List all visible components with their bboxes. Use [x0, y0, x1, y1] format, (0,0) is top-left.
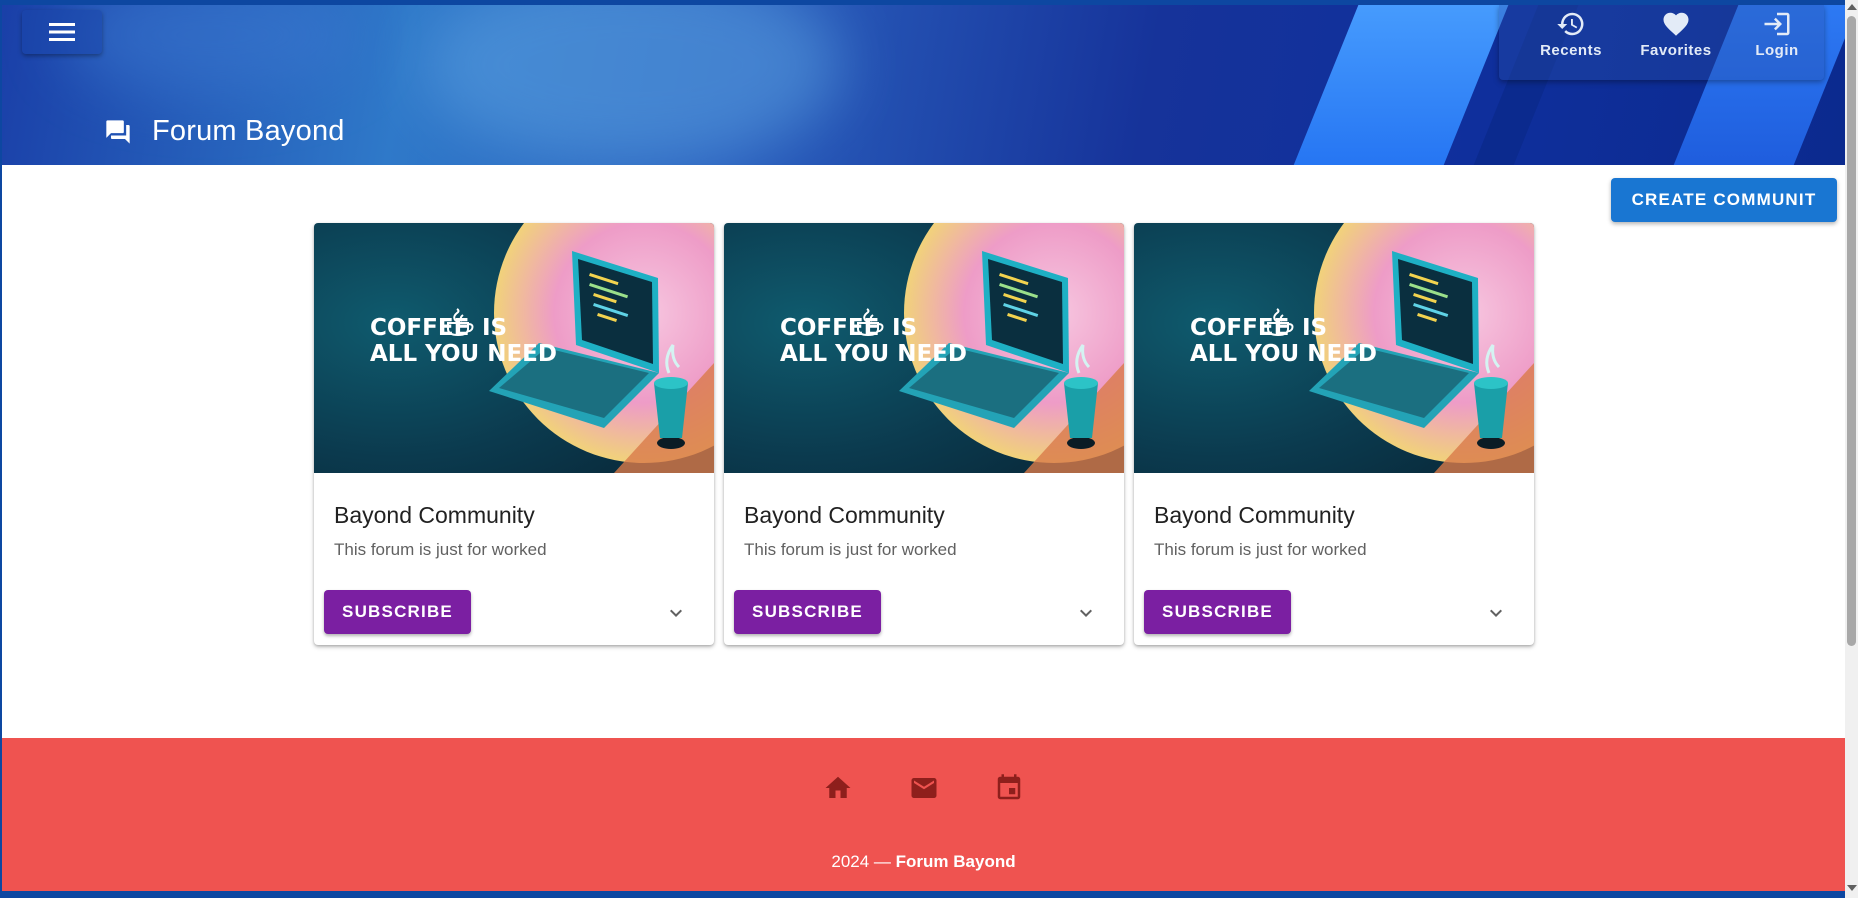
login-icon [1764, 12, 1790, 36]
media-text-line1b: IS [892, 315, 917, 341]
card-title: Bayond Community [744, 502, 945, 528]
media-text-line2: ALL YOU NEED [370, 341, 557, 367]
app-frame: Forum Bayond Recents Favorites Login CRE… [2, 5, 1845, 891]
app-footer: 2024 — Forum Bayond [2, 738, 1845, 891]
media-text-line2: ALL YOU NEED [780, 341, 967, 367]
card-title: Bayond Community [334, 502, 535, 528]
footer-home-button[interactable] [818, 768, 858, 808]
history-icon [1557, 12, 1584, 36]
copyright-year: 2024 — [831, 852, 891, 871]
subscribe-label: SUBSCRIBE [342, 602, 453, 621]
site-title: Forum Bayond [104, 115, 345, 148]
subscribe-button[interactable]: SUBSCRIBE [324, 590, 471, 634]
media-text-line1b: IS [1302, 315, 1327, 341]
heart-icon [1663, 12, 1689, 36]
expand-button[interactable] [660, 597, 692, 629]
copyright-brand: Forum Bayond [895, 852, 1016, 871]
create-community-label: CREATE COMMUNIT [1631, 190, 1817, 209]
create-community-button[interactable]: CREATE COMMUNIT [1611, 178, 1837, 222]
community-card: COFFEE IS ALL YOU NEED Bayond Community … [1134, 223, 1534, 645]
expand-button[interactable] [1070, 597, 1102, 629]
community-card: COFFEE IS ALL YOU NEED Bayond Community … [314, 223, 714, 645]
calendar-icon [997, 774, 1021, 800]
page-scrollbar[interactable] [1845, 0, 1858, 898]
top-nav: Recents Favorites Login [1499, 5, 1824, 80]
subscribe-button[interactable]: SUBSCRIBE [734, 590, 881, 634]
card-media-image: COFFEE IS ALL YOU NEED [724, 223, 1124, 473]
hamburger-menu-icon [49, 23, 75, 41]
subscribe-label: SUBSCRIBE [1162, 602, 1273, 621]
card-media-image: COFFEE IS ALL YOU NEED [1134, 223, 1534, 473]
media-text-line1b: IS [482, 315, 507, 341]
menu-button[interactable] [22, 10, 102, 54]
card-title: Bayond Community [1154, 502, 1355, 528]
header-stripe [1277, 5, 1517, 165]
media-text-line2: ALL YOU NEED [1190, 341, 1377, 367]
footer-calendar-button[interactable] [989, 768, 1029, 808]
home-icon [825, 776, 851, 798]
email-icon [911, 778, 937, 798]
page-title: Forum Bayond [152, 115, 345, 147]
subscribe-label: SUBSCRIBE [752, 602, 863, 621]
nav-login[interactable]: Login [1729, 9, 1825, 65]
scroll-down-arrow[interactable] [1847, 885, 1857, 891]
nav-label: Favorites [1640, 42, 1712, 59]
nav-favorites[interactable]: Favorites [1628, 9, 1724, 65]
community-card: COFFEE IS ALL YOU NEED Bayond Community … [724, 223, 1124, 645]
nav-recents[interactable]: Recents [1523, 9, 1619, 65]
app-header: Forum Bayond Recents Favorites Login [2, 5, 1845, 165]
subscribe-button[interactable]: SUBSCRIBE [1144, 590, 1291, 634]
forum-icon [106, 119, 130, 144]
scroll-thumb[interactable] [1847, 16, 1856, 646]
nav-label: Login [1755, 42, 1799, 59]
chevron-down-icon [670, 609, 682, 617]
chevron-down-icon [1490, 609, 1502, 617]
nav-label: Recents [1540, 42, 1602, 59]
card-subtitle: This forum is just for worked [744, 540, 957, 559]
copyright-text: 2024 — Forum Bayond [2, 852, 1845, 872]
footer-email-button[interactable] [904, 768, 944, 808]
header-glow [422, 5, 842, 165]
card-subtitle: This forum is just for worked [1154, 540, 1367, 559]
chevron-down-icon [1080, 609, 1092, 617]
card-media-image: COFFEE IS ALL YOU NEED [314, 223, 714, 473]
scroll-up-arrow[interactable] [1847, 4, 1857, 10]
card-subtitle: This forum is just for worked [334, 540, 547, 559]
header-glow [62, 5, 362, 95]
expand-button[interactable] [1480, 597, 1512, 629]
